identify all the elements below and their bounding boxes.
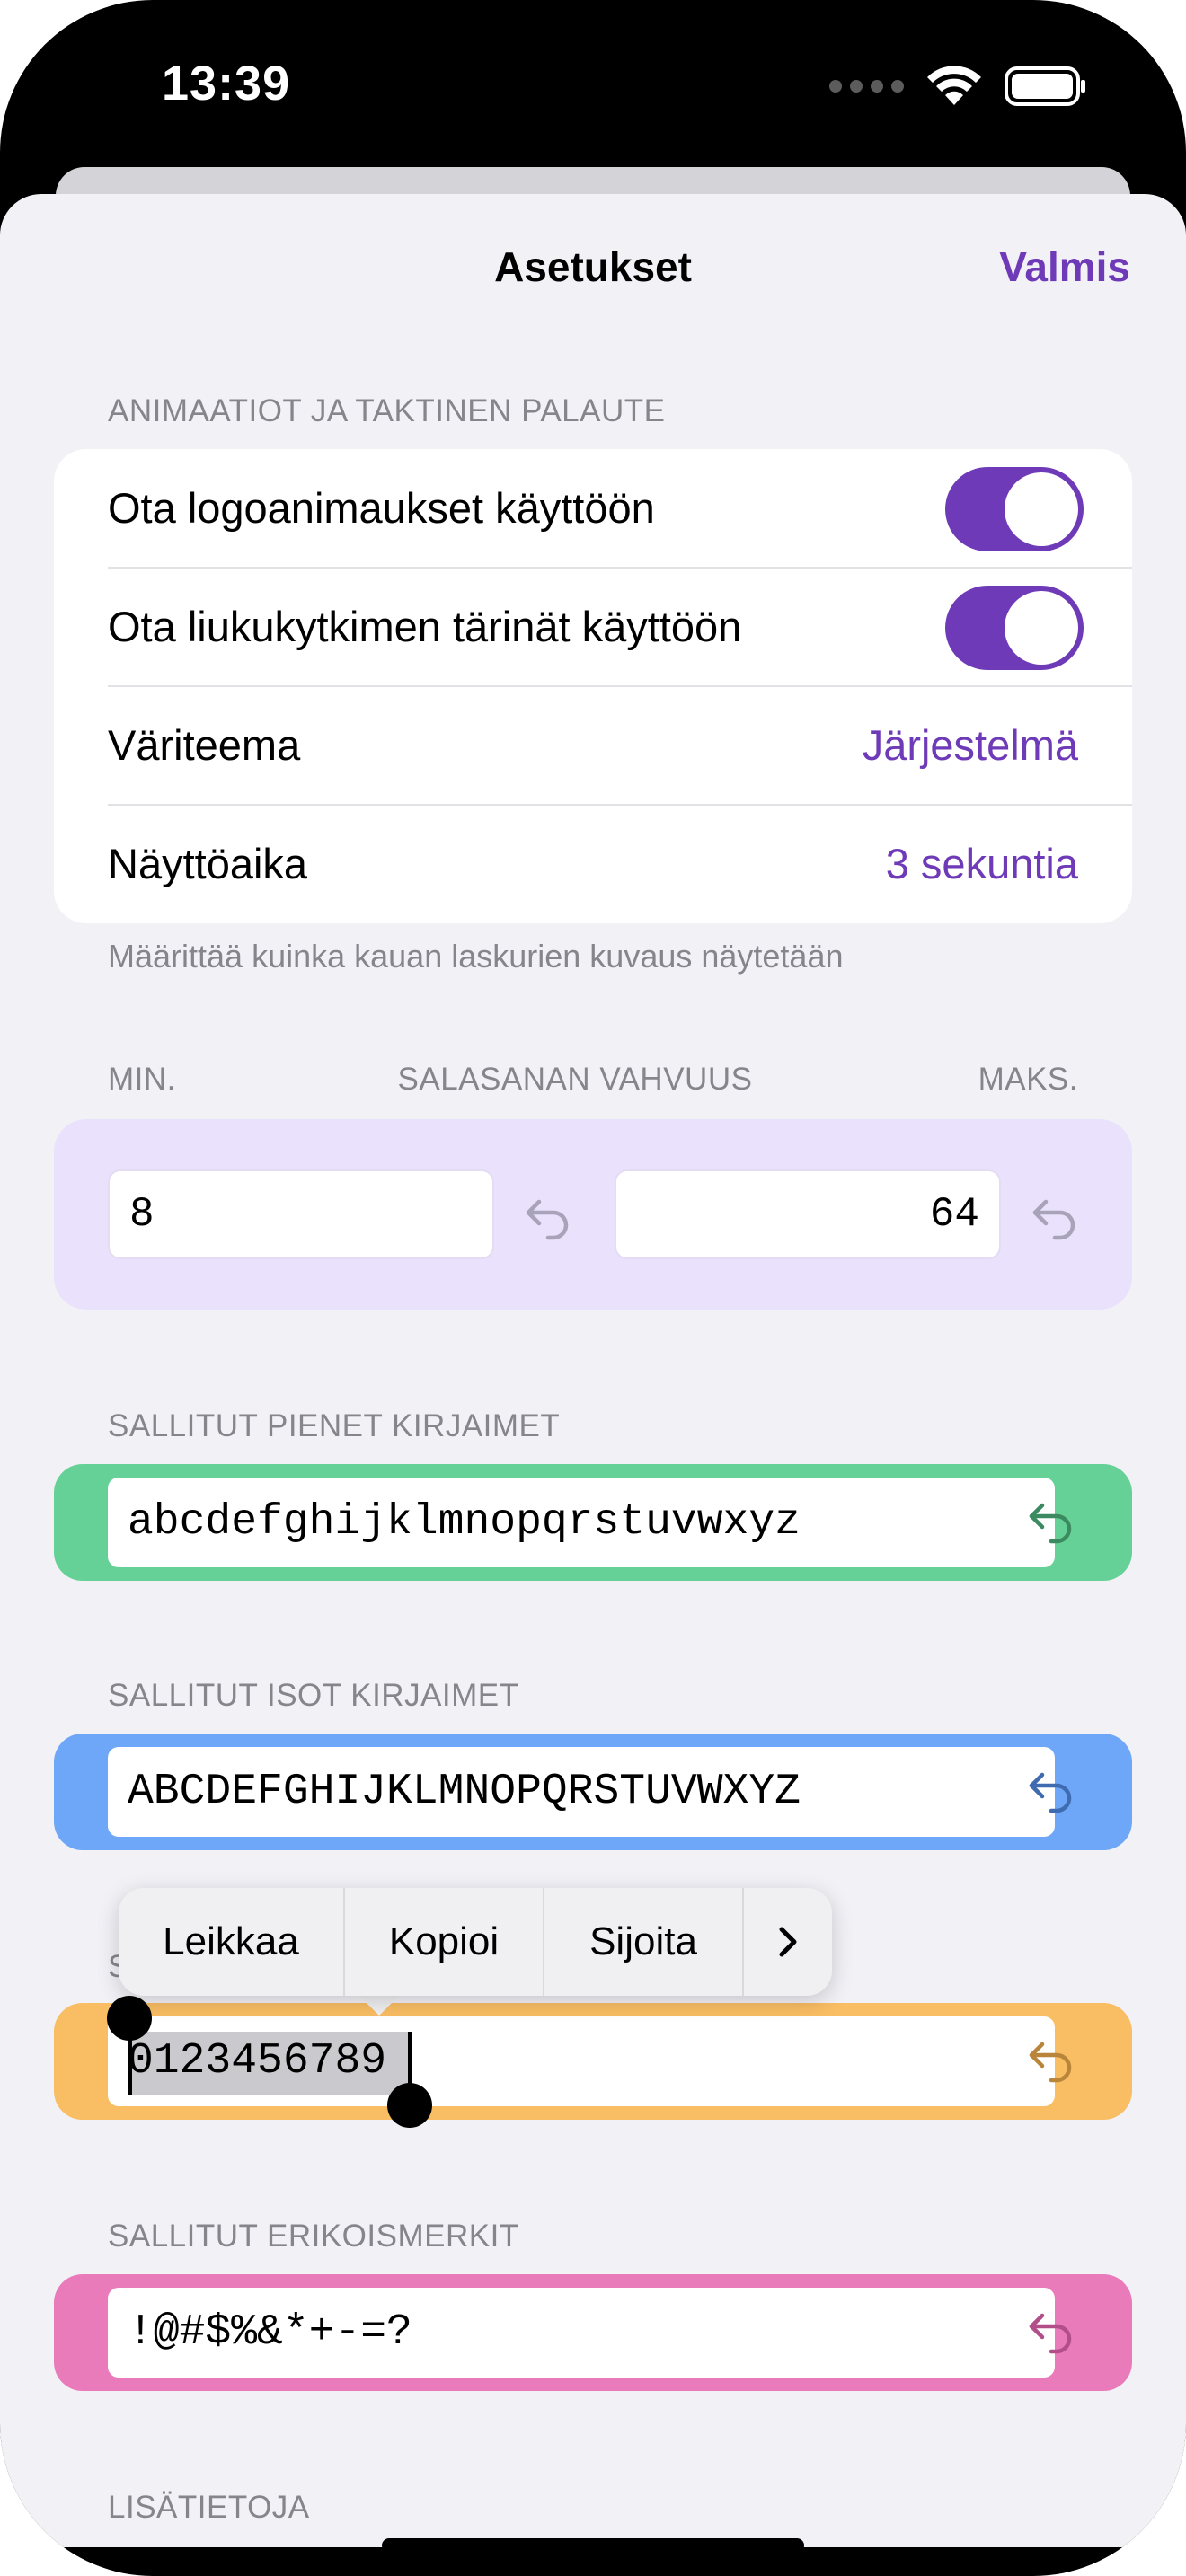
digits-input[interactable]: 0123456789 [108,2016,1055,2106]
lowercase-card: abcdefghijklmnopqrstuvwxyz [54,1464,1132,1581]
home-indicator[interactable] [382,2538,804,2553]
color-theme-value[interactable]: Järjestelmä [863,686,1078,805]
logo-animations-toggle[interactable] [945,467,1084,551]
min-length-input[interactable]: 8 [108,1169,494,1259]
animations-group: Ota logoanimaukset käyttöön Ota liukukyt… [54,449,1132,923]
context-menu: Leikkaa Kopioi Sijoita [119,1888,832,1996]
row-label: Väriteema [108,721,301,769]
strength-max-label: MAKS. [978,1062,1078,1097]
menu-more-button[interactable] [744,1888,832,1996]
selection-start-caret [128,2032,132,2095]
special-section-header: SALLITUT ERIKOISMERKIT [108,2219,519,2254]
animations-section-header: ANIMAATIOT JA TAKTINEN PALAUTE [108,393,666,428]
lowercase-section-header: SALLITUT PIENET KIRJAIMET [108,1408,561,1443]
uppercase-card: ABCDEFGHIJKLMNOPQRSTUVWXYZ [54,1734,1132,1850]
min-reset-icon[interactable] [521,1189,573,1241]
special-card: !@#$%&*+-=? [54,2274,1132,2391]
wifi-icon [927,66,981,105]
uppercase-reset-icon[interactable] [1024,1766,1076,1818]
row-label: Ota logoanimaukset käyttöön [108,484,655,532]
selection-start-handle[interactable] [107,1996,152,2041]
menu-item-cut[interactable]: Leikkaa [119,1888,345,1996]
max-length-input[interactable]: 64 [615,1169,1001,1259]
done-button[interactable]: Valmis [999,243,1130,291]
uppercase-section-header: SALLITUT ISOT KIRJAIMET [108,1678,519,1713]
lowercase-reset-icon[interactable] [1024,1496,1076,1548]
status-time: 13:39 [162,57,291,110]
uppercase-input[interactable]: ABCDEFGHIJKLMNOPQRSTUVWXYZ [108,1747,1055,1837]
selection-end-handle[interactable] [387,2083,432,2128]
chevron-right-icon [779,1927,797,1957]
slider-haptics-toggle[interactable] [945,586,1084,670]
menu-item-paste[interactable]: Sijoita [544,1888,744,1996]
row-slider-haptics[interactable]: Ota liukukytkimen tärinät käyttöön [54,568,1132,686]
row-color-theme[interactable]: Väriteema Järjestelmä [54,686,1132,805]
max-reset-icon[interactable] [1028,1189,1080,1241]
row-display-time[interactable]: Näyttöaika 3 sekuntia [54,805,1132,923]
special-input[interactable]: !@#$%&*+-=? [108,2288,1055,2378]
phone-screen: 13:39 Asetukset Valmis ANIMAATIOT JA TAK… [0,0,1186,2576]
menu-item-copy[interactable]: Kopioi [345,1888,544,1996]
more-info-section-header: LISÄTIETOJA [108,2490,310,2525]
special-reset-icon[interactable] [1024,2307,1076,2359]
battery-icon [1005,66,1085,106]
strength-card: 8 64 [54,1119,1132,1310]
row-label: Ota liukukytkimen tärinät käyttöön [108,603,742,650]
signal-dots-icon [829,80,904,93]
display-time-footnote: Määrittää kuinka kauan laskurien kuvaus … [108,938,844,975]
row-label: Näyttöaika [108,840,308,887]
lowercase-input[interactable]: abcdefghijklmnopqrstuvwxyz [108,1478,1055,1567]
row-logo-animations[interactable]: Ota logoanimaukset käyttöön [54,449,1132,568]
display-time-value[interactable]: 3 sekuntia [886,805,1078,923]
status-icons [829,61,1087,111]
